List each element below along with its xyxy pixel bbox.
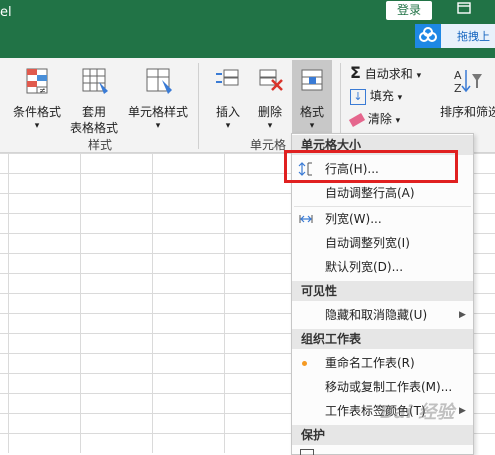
highlight-box — [284, 150, 458, 183]
svg-text:≠: ≠ — [39, 86, 46, 95]
sigma-icon: Σ — [350, 63, 361, 82]
eraser-icon — [348, 112, 366, 127]
menu-section-visibility: 可见性 — [292, 281, 473, 301]
cell-style-button[interactable]: 单元格样式 ▾ — [126, 64, 190, 132]
delete-icon — [259, 69, 283, 91]
ribbon-separator — [198, 63, 199, 149]
fill-button[interactable]: ↓ 填充 ▾ — [350, 87, 402, 105]
conditional-format-icon: ≠ — [26, 68, 48, 95]
style-group-label: 样式 — [88, 138, 113, 152]
menu-divider — [294, 206, 471, 207]
menu-item-rename-sheet[interactable]: 重命名工作表(R) — [292, 352, 473, 374]
fill-down-icon: ↓ — [350, 88, 366, 105]
insert-icon — [216, 69, 239, 86]
cell-style-icon — [146, 68, 172, 94]
app-title: el — [0, 5, 12, 20]
sort-filter-button[interactable]: AZ 排序和筛选 — [440, 64, 495, 132]
sort-filter-icon: AZ — [454, 69, 482, 95]
clear-button[interactable]: 清除 ▾ — [348, 110, 400, 128]
menu-item-default-width[interactable]: 默认列宽(D)... — [292, 256, 473, 278]
menu-item-autofit-column[interactable]: 自动调整列宽(I) — [292, 232, 473, 254]
restore-icon[interactable] — [446, 2, 482, 19]
rename-dot-icon — [302, 361, 307, 366]
menu-item-column-width[interactable]: 列宽(W)... — [292, 208, 473, 230]
submenu-arrow-icon: ▶ — [459, 310, 466, 320]
menu-item-hide-unhide[interactable]: 隐藏和取消隐藏(U) ▶ — [292, 304, 473, 326]
menu-item-protect-sheet[interactable] — [292, 447, 473, 455]
column-width-icon — [299, 215, 313, 223]
svg-text:Z: Z — [454, 82, 462, 95]
login-button[interactable]: 登录 — [386, 1, 432, 20]
svg-text:A: A — [454, 69, 462, 82]
format-icon — [301, 69, 323, 91]
menu-item-autofit-row[interactable]: 自动调整行高(A) — [292, 182, 473, 204]
title-bar: el 登录 拖拽上 — [0, 0, 495, 58]
delete-button[interactable]: 删除 ▾ — [250, 64, 290, 132]
conditional-format-button[interactable]: ≠ 条件格式 ▾ — [8, 64, 66, 132]
format-button[interactable]: 格式 ▾ — [292, 60, 332, 136]
insert-button[interactable]: 插入 ▾ — [208, 64, 248, 132]
cloud-upload-button[interactable]: 拖拽上 — [415, 24, 495, 48]
menu-section-organize: 组织工作表 — [292, 329, 473, 349]
table-format-button[interactable]: 套用 表格格式 — [64, 64, 124, 135]
protect-sheet-icon — [300, 449, 314, 455]
table-format-icon — [82, 68, 108, 94]
cells-group-label: 单元格 — [250, 138, 287, 152]
menu-item-move-copy-sheet[interactable]: 移动或复制工作表(M)... — [292, 376, 473, 398]
cloud-icon — [415, 24, 441, 48]
autosum-button[interactable]: Σ 自动求和 ▾ — [350, 64, 421, 82]
watermark: Bai 经验 — [380, 402, 455, 423]
cloud-upload-label: 拖拽上 — [457, 30, 490, 43]
